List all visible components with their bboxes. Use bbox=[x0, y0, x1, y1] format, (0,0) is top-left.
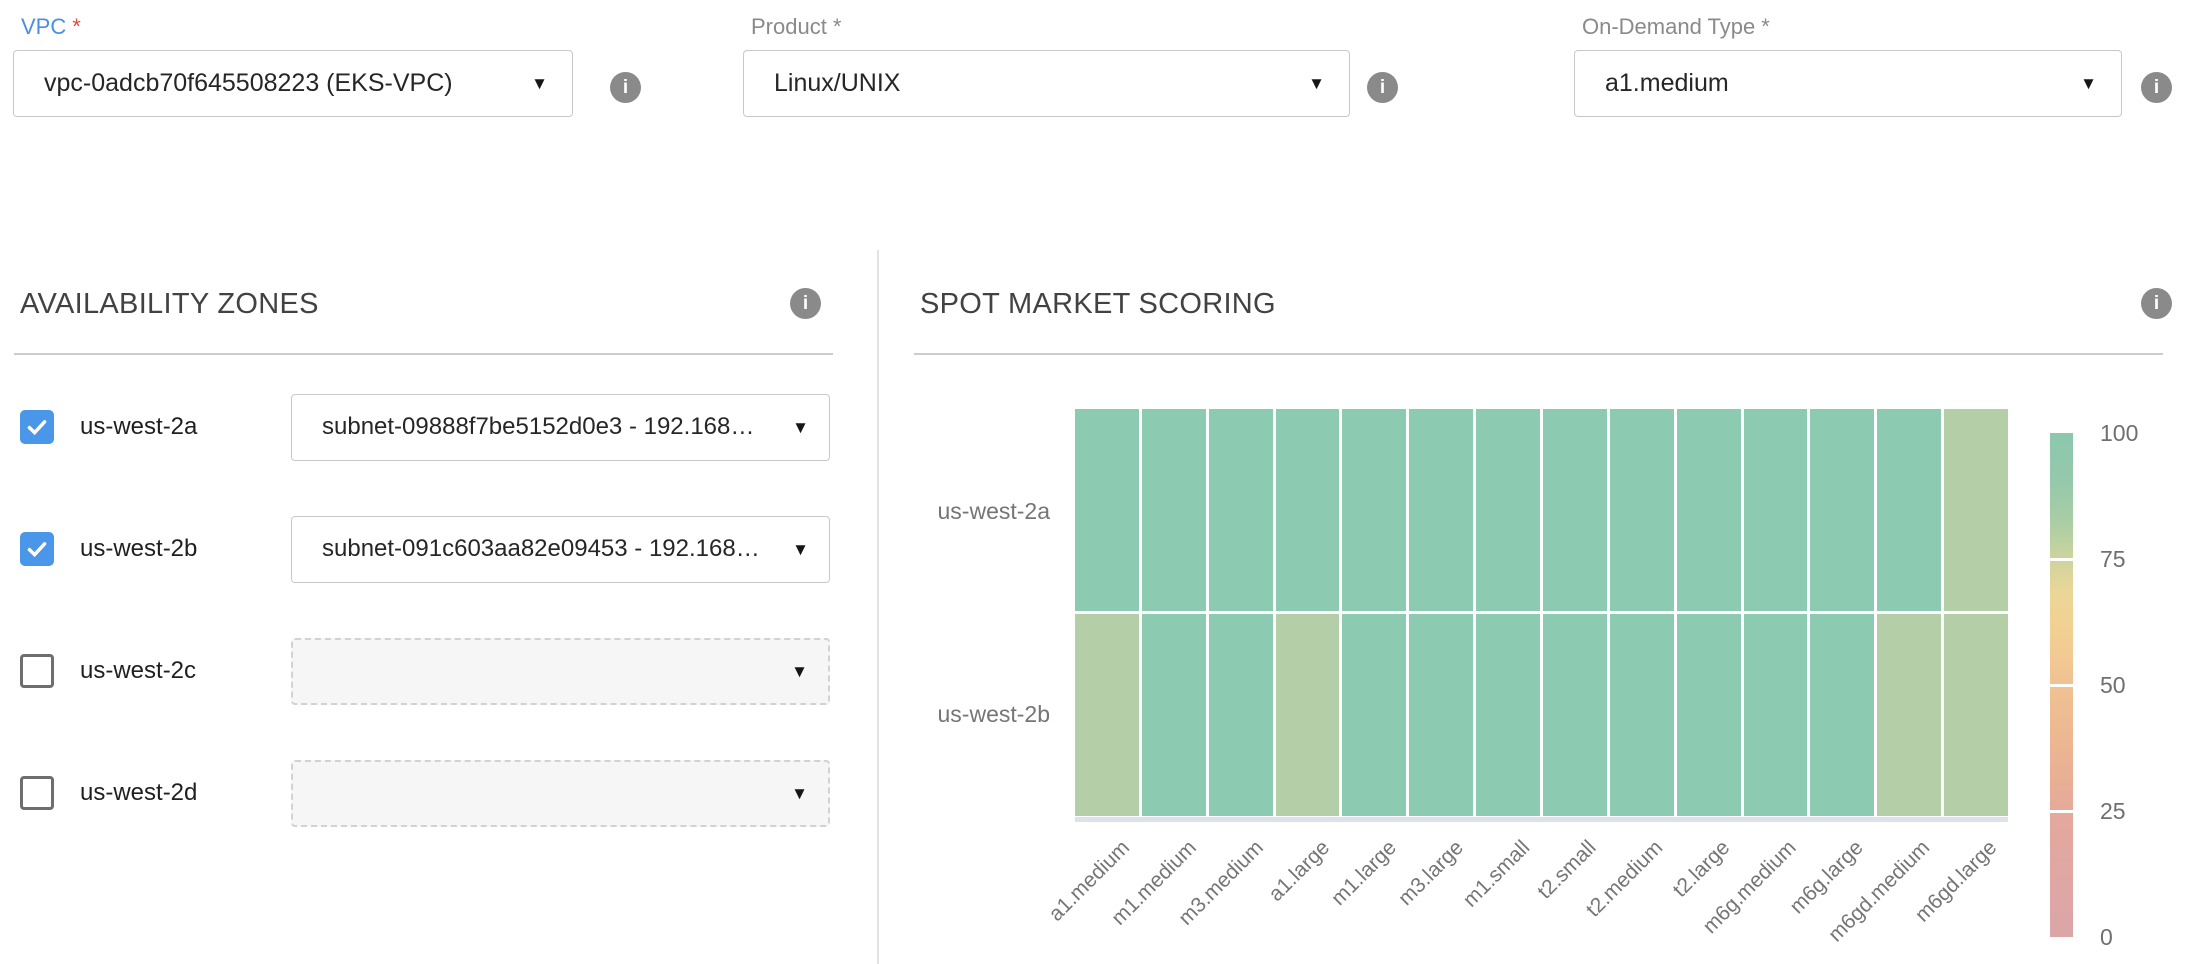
chevron-down-icon: ▼ bbox=[791, 785, 808, 802]
colorbar-label: 75 bbox=[2100, 546, 2180, 573]
product-select[interactable]: Linux/UNIX ▼ bbox=[743, 50, 1350, 117]
subnet-select[interactable]: ▼ bbox=[291, 638, 830, 705]
heatmap-x-label: m1.large bbox=[1327, 836, 1402, 911]
heatmap-cell bbox=[1142, 409, 1206, 611]
az-row: us-west-2a subnet-09888f7be5152d0e3 - 192… bbox=[14, 366, 834, 488]
subnet-select-value: subnet-09888f7be5152d0e3 - 192.168… bbox=[322, 413, 778, 441]
heatmap-cell bbox=[1409, 409, 1473, 611]
subnet-select-value: subnet-091c603aa82e09453 - 192.168… bbox=[322, 535, 778, 563]
spot-market-scoring-title: SPOT MARKET SCORING bbox=[920, 288, 1276, 321]
az-checkbox[interactable] bbox=[20, 776, 54, 810]
chevron-down-icon: ▼ bbox=[1308, 75, 1325, 92]
az-zone-label: us-west-2c bbox=[80, 657, 196, 685]
availability-zones-rule bbox=[14, 353, 833, 355]
colorbar-label: 50 bbox=[2100, 672, 2180, 699]
az-zone-label: us-west-2b bbox=[80, 535, 197, 563]
info-icon[interactable]: i bbox=[2141, 288, 2172, 319]
product-field: Product* Linux/UNIX ▼ bbox=[743, 14, 1350, 117]
info-icon[interactable]: i bbox=[610, 72, 641, 103]
check-icon bbox=[24, 536, 50, 562]
required-asterisk: * bbox=[833, 14, 842, 39]
chevron-down-icon: ▼ bbox=[531, 75, 548, 92]
required-asterisk: * bbox=[1761, 14, 1770, 39]
vpc-field: VPC* vpc-0adcb70f645508223 (EKS-VPC) ▼ bbox=[13, 14, 573, 117]
colorbar-tick bbox=[2050, 810, 2073, 813]
heatmap-y-label: us-west-2b bbox=[880, 701, 1050, 728]
product-select-value: Linux/UNIX bbox=[774, 69, 1294, 98]
heatmap-cell bbox=[1677, 614, 1741, 816]
chevron-down-icon: ▼ bbox=[2080, 75, 2097, 92]
chevron-down-icon: ▼ bbox=[792, 419, 809, 436]
az-zone-label: us-west-2a bbox=[80, 413, 197, 441]
heatmap-cell bbox=[1677, 409, 1741, 611]
az-checkbox[interactable] bbox=[20, 532, 54, 566]
heatmap-cell bbox=[1810, 409, 1874, 611]
heatmap-x-label: m1.small bbox=[1459, 836, 1535, 912]
colorbar-tick bbox=[2050, 684, 2073, 687]
check-icon bbox=[24, 414, 50, 440]
chevron-down-icon: ▼ bbox=[791, 663, 808, 680]
heatmap-x-axis-line bbox=[1075, 817, 2008, 822]
vpc-label: VPC* bbox=[21, 14, 573, 40]
heatmap-x-label: m3.large bbox=[1394, 836, 1469, 911]
availability-zones-panel: us-west-2a subnet-09888f7be5152d0e3 - 192… bbox=[14, 366, 834, 854]
heatmap-cell bbox=[1209, 614, 1273, 816]
heatmap-cell bbox=[1409, 614, 1473, 816]
colorbar-label: 100 bbox=[2100, 420, 2180, 447]
product-label: Product* bbox=[751, 14, 1350, 40]
heatmap bbox=[1075, 409, 2008, 816]
ondemand-type-field: On-Demand Type* a1.medium ▼ bbox=[1574, 14, 2122, 117]
heatmap-cell bbox=[1543, 614, 1607, 816]
panel-divider bbox=[877, 250, 879, 964]
info-icon[interactable]: i bbox=[1367, 72, 1398, 103]
heatmap-cell bbox=[1476, 409, 1540, 611]
ondemand-type-select[interactable]: a1.medium ▼ bbox=[1574, 50, 2122, 117]
az-zone-label: us-west-2d bbox=[80, 779, 197, 807]
heatmap-cell bbox=[1877, 614, 1941, 816]
vpc-select[interactable]: vpc-0adcb70f645508223 (EKS-VPC) ▼ bbox=[13, 50, 573, 117]
heatmap-y-label: us-west-2a bbox=[880, 498, 1050, 525]
az-row: us-west-2b subnet-091c603aa82e09453 - 192… bbox=[14, 488, 834, 610]
subnet-select[interactable]: subnet-091c603aa82e09453 - 192.168… ▼ bbox=[291, 516, 830, 583]
subnet-select[interactable]: subnet-09888f7be5152d0e3 - 192.168… ▼ bbox=[291, 394, 830, 461]
spot-market-scoring-rule bbox=[914, 353, 2163, 355]
heatmap-cell bbox=[1944, 614, 2008, 816]
heatmap-cell bbox=[1276, 614, 1340, 816]
colorbar bbox=[2050, 433, 2073, 937]
az-row: us-west-2c ▼ bbox=[14, 610, 834, 732]
heatmap-x-label: a1.large bbox=[1265, 836, 1336, 907]
heatmap-cell bbox=[1944, 409, 2008, 611]
heatmap-cell bbox=[1744, 409, 1808, 611]
heatmap-cell bbox=[1142, 614, 1206, 816]
heatmap-cell bbox=[1276, 409, 1340, 611]
heatmap-cell bbox=[1744, 614, 1808, 816]
heatmap-cell bbox=[1610, 614, 1674, 816]
heatmap-cell bbox=[1075, 614, 1139, 816]
heatmap-cell bbox=[1342, 409, 1406, 611]
colorbar-label: 25 bbox=[2100, 798, 2180, 825]
heatmap-cell bbox=[1476, 614, 1540, 816]
heatmap-cell bbox=[1342, 614, 1406, 816]
heatmap-x-label: t2.large bbox=[1669, 836, 1736, 903]
heatmap-cell bbox=[1877, 409, 1941, 611]
vpc-select-value: vpc-0adcb70f645508223 (EKS-VPC) bbox=[44, 69, 517, 98]
colorbar-tick bbox=[2050, 558, 2073, 561]
heatmap-cell bbox=[1075, 409, 1139, 611]
ondemand-type-label: On-Demand Type* bbox=[1582, 14, 2122, 40]
colorbar-label: 0 bbox=[2100, 924, 2180, 951]
subnet-select[interactable]: ▼ bbox=[291, 760, 830, 827]
info-icon[interactable]: i bbox=[790, 288, 821, 319]
heatmap-cell bbox=[1543, 409, 1607, 611]
az-row: us-west-2d ▼ bbox=[14, 732, 834, 854]
info-icon[interactable]: i bbox=[2141, 72, 2172, 103]
ondemand-type-select-value: a1.medium bbox=[1605, 69, 2066, 98]
az-checkbox[interactable] bbox=[20, 654, 54, 688]
heatmap-cell bbox=[1810, 614, 1874, 816]
heatmap-cell bbox=[1610, 409, 1674, 611]
chevron-down-icon: ▼ bbox=[792, 541, 809, 558]
az-checkbox[interactable] bbox=[20, 410, 54, 444]
required-asterisk: * bbox=[72, 14, 81, 39]
heatmap-cell bbox=[1209, 409, 1273, 611]
availability-zones-title: AVAILABILITY ZONES bbox=[20, 288, 319, 321]
